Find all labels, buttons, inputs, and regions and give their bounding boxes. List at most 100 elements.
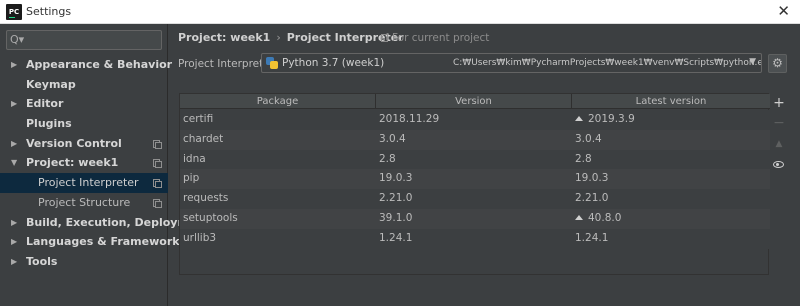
settings-nav-tree: ▶ Appearance & Behavior Keymap ▶ Editor Plugi… bbox=[0, 55, 209, 272]
interpreter-path: C:₩Users₩kim₩PycharmProjects₩week1₩venv₩… bbox=[453, 58, 762, 68]
add-package-button[interactable]: + bbox=[771, 95, 787, 111]
package-cell: pip bbox=[183, 169, 199, 189]
sidebar-item-label: Project Interpreter bbox=[38, 176, 139, 190]
table-row[interactable]: urllib3 1.24.1 1.24.1 bbox=[180, 228, 770, 249]
sidebar-item[interactable]: ▶ Tools bbox=[0, 252, 168, 272]
table-row[interactable]: setuptools 39.1.0 40.8.0 bbox=[180, 209, 770, 229]
version-cell: 2018.11.29 bbox=[379, 110, 439, 130]
chevron-right-icon[interactable]: ▶ bbox=[11, 213, 17, 233]
package-cell-text: urllib3 bbox=[183, 231, 217, 244]
sidebar-item-label: Keymap bbox=[26, 77, 76, 91]
sidebar-item[interactable]: Project Structure bbox=[0, 193, 168, 213]
latest-version-cell: 2.8 bbox=[575, 150, 592, 170]
interpreter-settings-button[interactable]: ⚙ bbox=[768, 54, 787, 73]
package-cell: urllib3 bbox=[183, 229, 216, 249]
sidebar-item-label: Plugins bbox=[26, 117, 72, 131]
latest-version-cell-text: 3.0.4 bbox=[575, 132, 602, 145]
chevron-right-icon[interactable]: ▶ bbox=[11, 55, 17, 75]
project-scope-icon bbox=[153, 159, 162, 169]
latest-version-cell-text: 19.0.3 bbox=[575, 172, 609, 185]
upgrade-available-icon bbox=[575, 116, 583, 121]
version-cell-text: 2.8 bbox=[379, 152, 396, 165]
package-cell-text: pip bbox=[183, 172, 200, 185]
package-cell-text: setuptools bbox=[183, 212, 238, 224]
settings-search[interactable]: Q▾ bbox=[6, 30, 162, 50]
sidebar-item[interactable]: ▶ Editor bbox=[0, 94, 168, 114]
chevron-right-icon[interactable]: ▶ bbox=[11, 134, 17, 154]
latest-version-cell: 3.0.4 bbox=[575, 130, 602, 150]
sidebar-item-label: Version Control bbox=[26, 136, 122, 150]
sidebar-item-label: Tools bbox=[26, 254, 58, 268]
package-cell-text: chardet bbox=[183, 132, 224, 145]
version-cell-text: 1.24.1 bbox=[379, 231, 413, 244]
title-bar: PC Settings ✕ bbox=[0, 0, 800, 24]
eye-icon bbox=[773, 161, 784, 168]
version-cell: 2.21.0 bbox=[379, 189, 412, 209]
sidebar-item[interactable]: ▼ Project: week1 bbox=[0, 153, 168, 173]
document-icon bbox=[381, 34, 388, 42]
main-panel: Project: week1 › Project Interpreter For c… bbox=[169, 24, 800, 306]
latest-version-cell: 1.24.1 bbox=[575, 229, 608, 249]
search-input[interactable] bbox=[29, 32, 159, 48]
table-row[interactable]: idna 2.8 2.8 bbox=[180, 149, 770, 170]
breadcrumb: Project: week1 › Project Interpreter bbox=[178, 31, 404, 44]
sidebar-item[interactable]: ▶ Languages & Frameworks bbox=[0, 232, 186, 252]
latest-version-cell-text: 2.21.0 bbox=[575, 192, 609, 205]
table-row[interactable]: certifi 2018.11.29 2019.3.9 bbox=[180, 110, 770, 130]
sidebar-item-label: Project Structure bbox=[38, 195, 131, 209]
project-scope-icon bbox=[153, 198, 162, 208]
remove-package-button[interactable]: − bbox=[771, 115, 787, 131]
chevron-down-icon[interactable]: ▼ bbox=[11, 153, 17, 173]
chevron-right-icon[interactable]: ▶ bbox=[11, 94, 17, 114]
table-row[interactable]: pip 19.0.3 19.0.3 bbox=[180, 169, 770, 190]
column-header-package[interactable]: Package bbox=[180, 94, 376, 109]
sidebar-item[interactable]: Plugins bbox=[0, 114, 168, 134]
chevron-right-icon[interactable]: ▶ bbox=[11, 252, 17, 272]
sidebar-item[interactable]: ▶ Build, Execution, Deployment bbox=[0, 213, 209, 233]
upgrade-package-button[interactable]: ▲ bbox=[771, 136, 787, 152]
column-header-version[interactable]: Version bbox=[376, 94, 572, 109]
project-scope-icon bbox=[153, 179, 162, 189]
window-title: Settings bbox=[26, 5, 72, 18]
chevron-down-icon[interactable]: ▼ bbox=[749, 57, 756, 67]
scope-label: For current project bbox=[392, 32, 490, 44]
sidebar-item-label: Languages & Frameworks bbox=[26, 235, 187, 249]
package-cell-text: idna bbox=[183, 152, 206, 165]
search-icon[interactable]: Q▾ bbox=[10, 33, 24, 46]
latest-version-cell: 2019.3.9 bbox=[575, 110, 635, 130]
sidebar-item-label: Project: week1 bbox=[26, 156, 119, 170]
sidebar-item-label: Editor bbox=[26, 97, 64, 111]
version-cell: 39.1.0 bbox=[379, 209, 412, 229]
version-cell: 1.24.1 bbox=[379, 229, 412, 249]
sidebar-item[interactable]: ▶ Version Control bbox=[0, 134, 168, 154]
chevron-right-icon[interactable]: ▶ bbox=[11, 232, 17, 252]
version-cell-text: 39.1.0 bbox=[379, 212, 413, 224]
latest-version-cell-text: 1.24.1 bbox=[575, 231, 609, 244]
package-cell-text: requests bbox=[183, 192, 229, 205]
package-cell: certifi bbox=[183, 110, 213, 130]
interpreter-dropdown[interactable]: Python 3.7 (week1) C:₩Users₩kim₩PycharmP… bbox=[261, 53, 762, 73]
gear-icon: ⚙ bbox=[772, 56, 783, 70]
breadcrumb-project: Project: week1 bbox=[178, 31, 271, 44]
package-cell: idna bbox=[183, 150, 206, 170]
sidebar-item[interactable]: ▶ Appearance & Behavior bbox=[0, 55, 172, 75]
pycharm-logo-icon: PC bbox=[6, 4, 22, 20]
sidebar-item[interactable]: Keymap bbox=[0, 75, 168, 95]
table-row[interactable]: requests 2.21.0 2.21.0 bbox=[180, 189, 770, 209]
close-icon[interactable]: ✕ bbox=[777, 2, 790, 20]
table-header: Package Version Latest version bbox=[180, 94, 770, 109]
package-cell-text: certifi bbox=[183, 113, 214, 125]
latest-version-cell-text: 2.8 bbox=[575, 152, 592, 165]
show-early-releases-button[interactable] bbox=[771, 157, 787, 173]
version-cell: 3.0.4 bbox=[379, 130, 406, 150]
table-row[interactable]: chardet 3.0.4 3.0.4 bbox=[180, 129, 770, 150]
settings-sidebar: Q▾ ▶ Appearance & Behavior Keymap ▶ Editor Pl… bbox=[0, 24, 209, 306]
sidebar-item[interactable]: Project Interpreter bbox=[0, 173, 168, 193]
project-scope-icon bbox=[153, 139, 162, 149]
version-cell-text: 19.0.3 bbox=[379, 172, 413, 185]
latest-version-cell-text: 2019.3.9 bbox=[588, 113, 635, 125]
version-cell-text: 3.0.4 bbox=[379, 132, 406, 145]
packages-table: Package Version Latest version certifi 20… bbox=[179, 93, 770, 275]
column-header-latest-version[interactable]: Latest version bbox=[572, 94, 770, 109]
version-cell-text: 2018.11.29 bbox=[379, 113, 440, 125]
